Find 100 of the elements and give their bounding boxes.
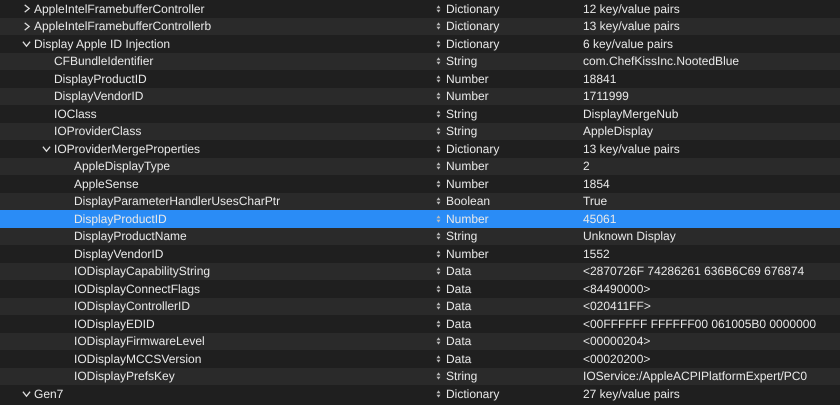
table-row[interactable]: AppleIntelFramebufferControllerb Dictionary 13 key/value pairs [0, 18, 840, 35]
value-text: 6 key/value pairs [583, 36, 674, 51]
value-text: AppleDisplay [583, 124, 654, 138]
updown-arrows-icon[interactable] [436, 127, 441, 136]
table-row[interactable]: IODisplayFirmwareLevel Data <00000204> [0, 332, 840, 350]
value-text: 45061 [583, 212, 618, 226]
value-text: <84490000> [583, 282, 652, 296]
updown-arrows-icon[interactable] [436, 284, 441, 293]
updown-arrows-icon[interactable] [436, 197, 441, 206]
type-text: String [446, 106, 478, 121]
chevron-down-icon[interactable] [42, 144, 51, 154]
updown-arrows-icon[interactable] [436, 337, 441, 346]
type-text: Number [446, 212, 489, 226]
table-row[interactable]: IODisplayControllerID Data <020411FF> [0, 298, 840, 315]
chevron-right-icon[interactable] [22, 22, 31, 31]
key-text: DisplayParameterHandlerUsesCharPtr [74, 194, 280, 208]
table-row[interactable]: DisplayParameterHandlerUsesCharPtr Boolean True [0, 192, 840, 210]
key-text: AppleSense [74, 176, 139, 191]
updown-arrows-icon[interactable] [436, 302, 441, 310]
key-text: DisplayVendorID [54, 89, 144, 104]
chevron-down-icon[interactable] [22, 39, 31, 48]
type-text: String [446, 369, 478, 384]
value-text: Unknown Display [583, 229, 677, 244]
value-text: 27 key/value pairs [583, 386, 681, 401]
key-text: DisplayProductID [54, 72, 147, 86]
key-text: DisplayProductName [74, 229, 187, 244]
table-row[interactable]: IOProviderClass String AppleDisplay [0, 122, 840, 140]
value-text: 18841 [583, 72, 618, 86]
updown-arrows-icon[interactable] [436, 232, 441, 240]
updown-arrows-icon[interactable] [436, 320, 441, 328]
type-text: Data [446, 334, 472, 348]
updown-arrows-icon[interactable] [436, 22, 441, 30]
type-text: String [446, 54, 478, 68]
updown-arrows-icon[interactable] [436, 110, 441, 118]
chevron-right-icon[interactable] [22, 4, 31, 14]
key-text: DisplayProductID [74, 212, 167, 226]
updown-arrows-icon[interactable] [436, 162, 441, 170]
key-text: AppleIntelFramebufferController [34, 2, 205, 16]
table-row[interactable]: AppleDisplayType Number 2 [0, 158, 840, 175]
value-text: <020411FF> [583, 299, 652, 314]
key-text: IODisplayFirmwareLevel [74, 334, 205, 348]
value-text: 1854 [583, 176, 611, 191]
updown-arrows-icon[interactable] [436, 57, 441, 66]
value-text: <2870726F 74286261 636B6C69 676874 [583, 264, 806, 278]
type-text: Boolean [446, 194, 490, 208]
key-text: IODisplayEDID [74, 316, 155, 331]
key-text: CFBundleIdentifier [54, 54, 154, 68]
type-text: Data [446, 316, 472, 331]
value-text: com.ChefKissInc.NootedBlue [583, 54, 740, 68]
value-text: 2 [583, 159, 591, 174]
type-text: String [446, 229, 478, 244]
updown-arrows-icon[interactable] [436, 40, 441, 48]
type-text: Dictionary [446, 386, 500, 401]
type-text: Dictionary [446, 36, 500, 51]
value-text: <00FFFFFF FFFFFF00 061005B0 0000000 [583, 316, 818, 331]
type-text: Data [446, 282, 472, 296]
updown-arrows-icon[interactable] [436, 180, 441, 188]
value-text: 13 key/value pairs [583, 19, 681, 34]
chevron-down-icon[interactable] [22, 389, 31, 398]
value-text: 1711999 [583, 89, 630, 104]
updown-arrows-icon[interactable] [436, 4, 441, 13]
value-text: True [583, 194, 608, 208]
table-row[interactable]: DisplayVendorID Number 1711999 [0, 88, 840, 105]
updown-arrows-icon[interactable] [436, 250, 441, 258]
type-text: Data [446, 299, 472, 314]
key-text: IODisplayCapabilityString [74, 264, 210, 278]
type-text: Dictionary [446, 142, 500, 156]
updown-arrows-icon[interactable] [436, 390, 441, 398]
type-text: Dictionary [446, 2, 500, 16]
type-text: Number [446, 159, 489, 174]
value-text: <00000204> [583, 334, 652, 348]
updown-arrows-icon[interactable] [436, 92, 441, 100]
type-text: Number [446, 176, 489, 191]
type-text: Number [446, 246, 489, 261]
key-text: Gen7 [34, 386, 64, 401]
updown-arrows-icon[interactable] [436, 74, 441, 83]
updown-arrows-icon[interactable] [436, 267, 441, 276]
table-row[interactable]: CFBundleIdentifier String com.ChefKissInc.NootedBlue [0, 52, 840, 70]
key-text: IODisplayMCCSVersion [74, 352, 202, 366]
value-text: IOService:/AppleACPIPlatformExpert/PC0 [583, 369, 808, 384]
type-text: Data [446, 352, 472, 366]
key-text: IOProviderMergeProperties [54, 142, 200, 156]
type-text: Data [446, 264, 472, 278]
key-text: IOClass [54, 106, 97, 121]
key-text: AppleDisplayType [74, 159, 170, 174]
type-text: Number [446, 72, 489, 86]
table-row[interactable]: IODisplayCapabilityString Data <2870726F 74286261 636B6C69 676874 [0, 262, 840, 280]
type-text: Number [446, 89, 489, 104]
key-text: DisplayVendorID [74, 246, 164, 261]
updown-arrows-icon[interactable] [436, 372, 441, 380]
updown-arrows-icon[interactable] [436, 144, 441, 153]
value-text: 12 key/value pairs [583, 2, 681, 16]
table-row[interactable]: IODisplayPrefsKey String IOService:/AppleACPIPlatformExpert/PC0 [0, 368, 840, 385]
value-text: <00020200> [583, 352, 652, 366]
table-row[interactable]: DisplayProductName String Unknown Display [0, 228, 840, 245]
updown-arrows-icon[interactable] [436, 354, 441, 363]
key-text: IODisplayConnectFlags [74, 282, 200, 296]
key-text: IODisplayPrefsKey [74, 369, 175, 384]
value-text: DisplayMergeNub [583, 106, 680, 121]
key-text: AppleIntelFramebufferControllerb [34, 19, 212, 34]
